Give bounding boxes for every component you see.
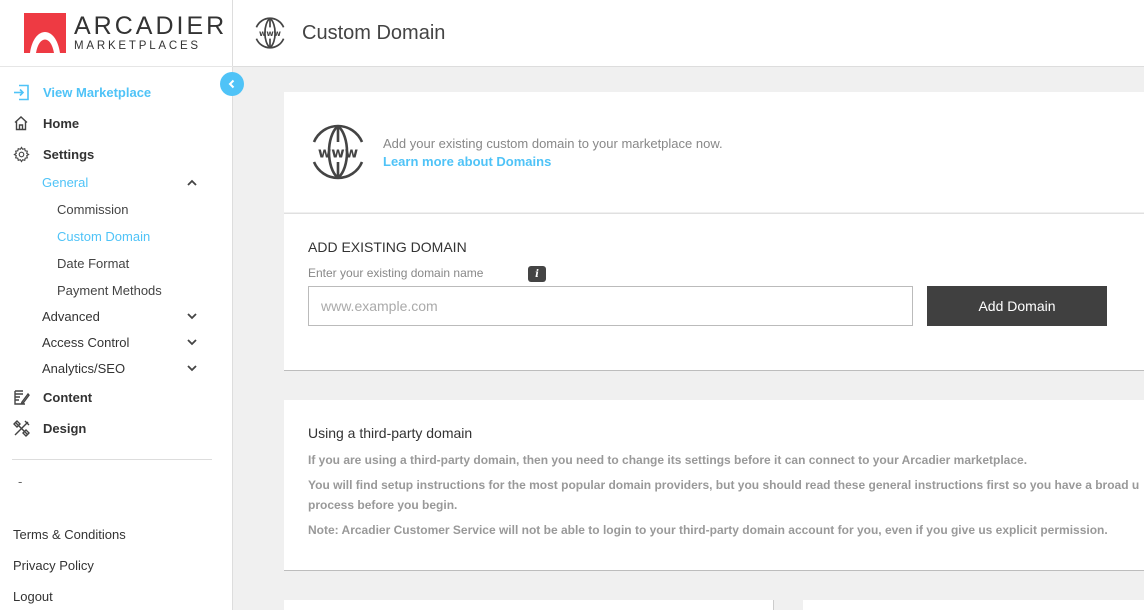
- logo-subtitle: MARKETPLACES: [74, 40, 201, 52]
- sidebar-header-divider: [0, 66, 233, 67]
- sidebar-item-content[interactable]: Content: [12, 388, 92, 406]
- panel-divider: [284, 570, 1144, 571]
- edit-icon: [12, 388, 30, 406]
- bottom-panel-left: [284, 600, 774, 610]
- sidebar-divider: [12, 459, 212, 460]
- svg-text:www: www: [259, 29, 282, 38]
- terms-conditions-link[interactable]: Terms & Conditions: [13, 527, 126, 542]
- sidebar-item-label: Analytics/SEO: [42, 361, 126, 376]
- sidebar-item-commission[interactable]: Commission: [57, 202, 129, 217]
- sidebar-item-access-control[interactable]: Access Control: [42, 335, 197, 350]
- third-party-paragraph-2: You will find setup instructions for the…: [308, 478, 1140, 492]
- sidebar-item-label: Settings: [43, 146, 95, 162]
- home-icon: [12, 114, 30, 132]
- third-party-heading: Using a third-party domain: [308, 425, 473, 441]
- www-globe-icon: www: [312, 124, 364, 180]
- page-title: Custom Domain: [302, 22, 446, 44]
- third-party-panel: Using a third-party domain If you are us…: [284, 400, 1144, 570]
- sidebar-item-label: Design: [43, 420, 87, 436]
- sidebar-item-advanced[interactable]: Advanced: [42, 309, 197, 324]
- sidebar-item-view-marketplace[interactable]: View Marketplace: [12, 83, 151, 101]
- svg-text:www: www: [318, 146, 358, 162]
- tools-icon: [12, 419, 30, 437]
- add-domain-heading: ADD EXISTING DOMAIN: [308, 239, 467, 255]
- sidebar-item-design[interactable]: Design: [12, 419, 86, 437]
- chevron-up-icon: [187, 179, 197, 186]
- privacy-policy-link[interactable]: Privacy Policy: [13, 558, 94, 573]
- chevron-left-icon: [228, 79, 235, 89]
- sidebar-collapse-button[interactable]: [220, 72, 244, 96]
- add-domain-button[interactable]: Add Domain: [927, 286, 1107, 326]
- sidebar-item-label: General: [42, 175, 89, 190]
- gear-icon: [12, 145, 30, 163]
- sidebar-item-label: Content: [43, 389, 93, 405]
- add-domain-panel: ADD EXISTING DOMAIN Enter your existing …: [284, 213, 1144, 370]
- logo-title: ARCADIER: [74, 12, 228, 40]
- enter-icon: [12, 83, 30, 101]
- sidebar-item-home[interactable]: Home: [12, 114, 79, 132]
- sidebar: ARCADIER MARKETPLACES View Marketplace H…: [0, 0, 233, 610]
- sidebar-item-label: Home: [43, 115, 80, 131]
- intro-panel: www Add your existing custom domain to y…: [284, 92, 1144, 212]
- logout-link[interactable]: Logout: [13, 589, 53, 604]
- third-party-note: Note: Arcadier Customer Service will not…: [308, 523, 1108, 537]
- page-header: www Custom Domain: [233, 0, 1144, 67]
- intro-text: Add your existing custom domain to your …: [383, 136, 723, 151]
- info-icon[interactable]: i: [528, 266, 546, 282]
- chevron-down-icon: [187, 313, 197, 320]
- third-party-paragraph-2-cont: process before you begin.: [308, 498, 458, 512]
- sidebar-item-settings[interactable]: Settings: [12, 145, 94, 163]
- sidebar-item-custom-domain[interactable]: Custom Domain: [57, 229, 150, 244]
- sidebar-item-general[interactable]: General: [42, 175, 197, 190]
- arcadier-logo-icon: [24, 13, 66, 53]
- sidebar-item-analytics-seo[interactable]: Analytics/SEO: [42, 361, 197, 376]
- sidebar-item-label: Access Control: [42, 335, 130, 350]
- learn-more-link[interactable]: Learn more about Domains: [383, 154, 551, 169]
- sidebar-item-label: View Marketplace: [43, 84, 152, 100]
- panel-divider: [284, 370, 1144, 371]
- bottom-panel-right: [803, 600, 1144, 610]
- sidebar-dash: -: [18, 474, 23, 489]
- sidebar-item-date-format[interactable]: Date Format: [57, 256, 129, 271]
- chevron-down-icon: [187, 365, 197, 372]
- domain-input[interactable]: [308, 286, 913, 326]
- chevron-down-icon: [187, 339, 197, 346]
- domain-field-label: Enter your existing domain name: [308, 266, 484, 280]
- arcadier-logo[interactable]: ARCADIER MARKETPLACES: [24, 12, 227, 54]
- www-globe-icon: www: [255, 17, 285, 49]
- third-party-paragraph-1: If you are using a third-party domain, t…: [308, 453, 1028, 467]
- sidebar-item-payment-methods[interactable]: Payment Methods: [57, 283, 162, 298]
- sidebar-item-label: Advanced: [42, 309, 100, 324]
